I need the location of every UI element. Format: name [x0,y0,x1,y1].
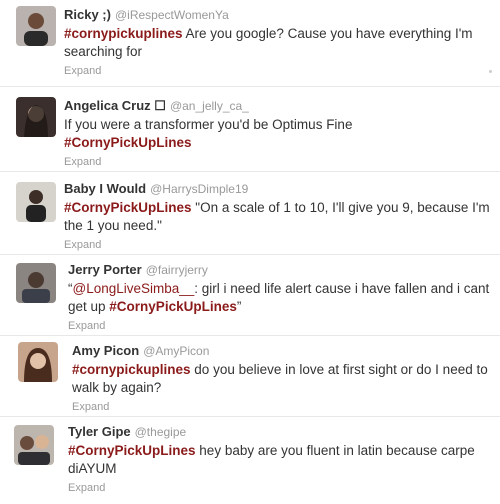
avatar-photo [16,263,56,303]
tweet[interactable]: Baby I Would @HarrysDimple19 #CornyPickUp… [0,172,500,254]
avatar-photo [18,342,58,382]
avatar[interactable] [16,6,56,46]
hashtag-link[interactable]: #cornypickuplines [64,26,183,41]
tweet-text: “@LongLiveSimba__: girl i need life aler… [68,280,494,316]
hashtag-link[interactable]: #CornyPickUpLines [64,200,192,215]
avatar[interactable] [14,425,54,465]
scroll-indicator [489,70,492,73]
tweet-text: #CornyPickUpLines "On a scale of 1 to 10… [64,199,494,235]
avatar[interactable] [16,182,56,222]
author-name[interactable]: Amy Picon [72,343,139,358]
author-handle[interactable]: @an_jelly_ca_ [170,99,249,113]
tweet[interactable]: Jerry Porter @fairryjerry “@LongLiveSimba… [0,255,500,335]
tweet-body: If you were a transformer you'd be Optim… [64,117,353,132]
author-handle[interactable]: @thegipe [135,425,187,439]
author-handle[interactable]: @fairryjerry [146,263,208,277]
author-handle[interactable]: @HarrysDimple19 [150,182,248,196]
avatar-photo [16,182,56,222]
avatar-photo [16,97,56,137]
mention-link[interactable]: @LongLiveSimba__ [73,281,195,296]
tweet[interactable]: Angelica Cruz ☐ @an_jelly_ca_ If you were… [0,87,500,171]
tweet-text: #cornypickuplines do you believe in love… [72,361,494,397]
author-handle[interactable]: @iRespectWomenYa [115,8,229,22]
avatar[interactable] [16,97,56,137]
expand-link[interactable]: Expand [64,239,101,251]
author-name[interactable]: Angelica Cruz ☐ [64,98,166,113]
tweet[interactable]: Ricky ;) @iRespectWomenYa #cornypickuplin… [0,0,500,86]
tweet[interactable]: Tyler Gipe @thegipe #CornyPickUpLines hey… [0,417,500,504]
avatar[interactable] [18,342,58,382]
hashtag-link[interactable]: #CornyPickUpLines [68,443,196,458]
expand-link[interactable]: Expand [68,320,105,332]
tweet-text: #CornyPickUpLines hey baby are you fluen… [68,442,494,478]
hashtag-link[interactable]: #CornyPickUpLines [109,299,237,314]
expand-link[interactable]: Expand [68,482,105,494]
author-name[interactable]: Ricky ;) [64,7,111,22]
quote-close: ” [236,299,242,314]
tweet-timeline: Ricky ;) @iRespectWomenYa #cornypickuplin… [0,0,500,504]
author-name[interactable]: Tyler Gipe [68,424,131,439]
tweet-text: #cornypickuplines Are you google? Cause … [64,25,494,61]
avatar-photo [16,6,56,46]
author-handle[interactable]: @AmyPicon [143,344,209,358]
avatar-photo [14,425,54,465]
avatar[interactable] [16,263,56,303]
tweet[interactable]: Amy Picon @AmyPicon #cornypickuplines do … [0,336,500,416]
author-name[interactable]: Baby I Would [64,181,146,196]
hashtag-link[interactable]: #CornyPickUpLines [64,135,192,150]
tweet-text: If you were a transformer you'd be Optim… [64,116,494,152]
author-name[interactable]: Jerry Porter [68,262,142,277]
expand-link[interactable]: Expand [72,401,109,413]
expand-link[interactable]: Expand [64,65,101,77]
hashtag-link[interactable]: #cornypickuplines [72,362,191,377]
expand-link[interactable]: Expand [64,156,101,168]
